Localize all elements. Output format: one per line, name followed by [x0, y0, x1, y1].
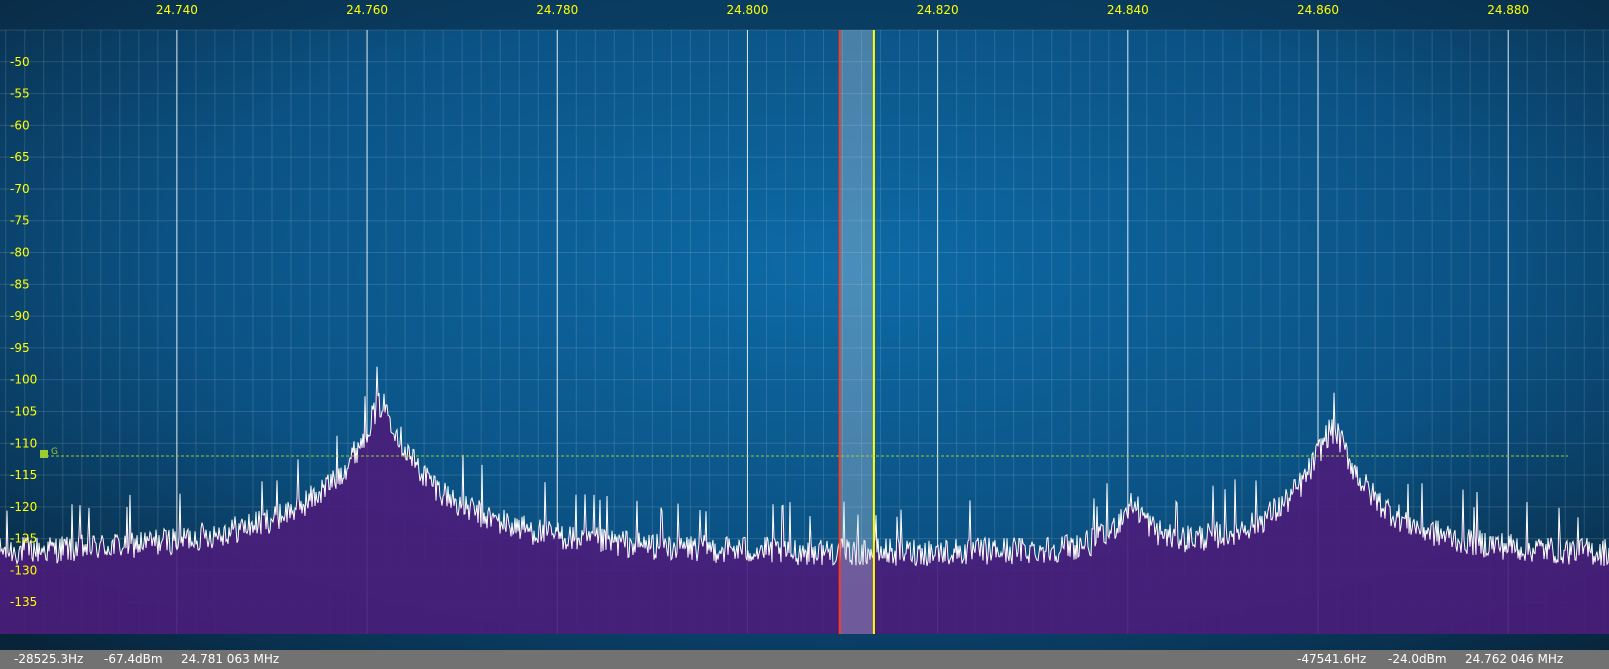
y-tick-label: -90	[10, 309, 30, 323]
y-tick-label: -110	[10, 436, 37, 450]
filter-band	[839, 30, 874, 634]
status-right-frequency: 24.762 046 MHz	[1465, 652, 1564, 666]
y-tick-label: -120	[10, 500, 37, 514]
y-tick-label: -50	[10, 55, 30, 69]
x-tick-label: 24.820	[917, 3, 959, 17]
status-left-frequency: 24.781 063 MHz	[181, 652, 280, 666]
status-left-level: -67.4dBm	[104, 652, 163, 666]
x-tick-label: 24.740	[156, 3, 198, 17]
y-tick-label: -55	[10, 87, 30, 101]
y-tick-label: -80	[10, 246, 30, 260]
x-tick-label: 24.880	[1487, 3, 1529, 17]
y-tick-label: -115	[10, 468, 37, 482]
squelch-label: G	[51, 447, 58, 457]
x-tick-label: 24.840	[1107, 3, 1149, 17]
x-tick-label: 24.860	[1297, 3, 1339, 17]
x-tick-label: 24.800	[726, 3, 768, 17]
spectrum-analyzer: G 24.740 24.760 24.780 24.800 24.820 24.840 24…	[0, 0, 1609, 669]
y-tick-label: -95	[10, 341, 30, 355]
y-tick-label: -85	[10, 277, 30, 291]
squelch-handle	[40, 449, 48, 458]
y-tick-label: -105	[10, 404, 37, 418]
top-scale-bar	[0, 0, 1609, 30]
y-tick-label: -60	[10, 118, 30, 132]
y-tick-label: -135	[10, 595, 37, 609]
x-tick-label: 24.760	[346, 3, 388, 17]
spectrum-plot[interactable]: G 24.740 24.760 24.780 24.800 24.820 24.840 24…	[0, 0, 1609, 669]
y-tick-label: -125	[10, 532, 37, 546]
status-right-offset: -47541.6Hz	[1297, 652, 1367, 666]
status-left-offset: -28525.3Hz	[14, 652, 84, 666]
y-tick-label: -70	[10, 182, 30, 196]
x-tick-label: 24.780	[536, 3, 578, 17]
y-tick-label: -65	[10, 150, 30, 164]
status-right-level: -24.0dBm	[1388, 652, 1447, 666]
y-tick-label: -100	[10, 373, 37, 387]
y-tick-label: -75	[10, 214, 30, 228]
y-tick-label: -130	[10, 563, 37, 577]
status-bar: -28525.3Hz -67.4dBm 24.781 063 MHz -4754…	[0, 650, 1609, 669]
